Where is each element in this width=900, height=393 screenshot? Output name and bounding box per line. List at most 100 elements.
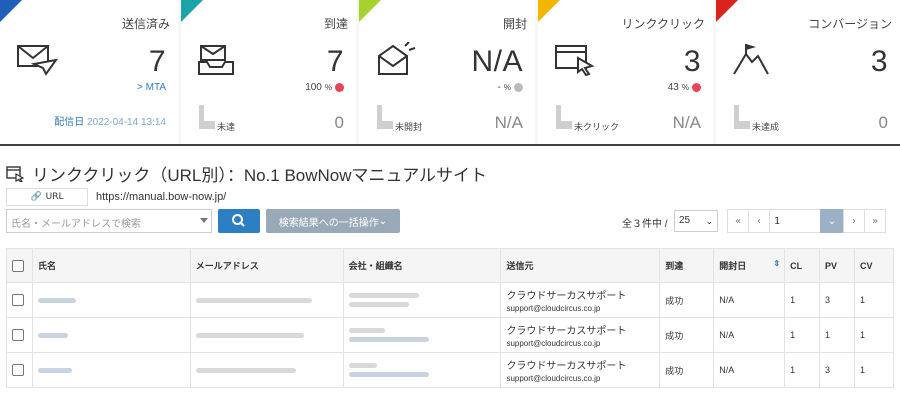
stat-card-reached: 到達 7 100% 未達 0 xyxy=(181,0,356,144)
cv-cell: 1 xyxy=(853,282,895,318)
company-cell xyxy=(342,282,502,318)
name-cell[interactable] xyxy=(31,352,191,388)
table-row: クラウドサーカスサポート support@cloudcircus.co.jp 成功… xyxy=(6,352,895,388)
reach-cell: 成功 xyxy=(659,282,715,318)
search-input[interactable]: 氏名・メールアドレスで検索 xyxy=(6,209,212,233)
header-reach[interactable]: 到達 xyxy=(659,248,715,283)
bulk-action-button[interactable]: 検索結果への一括操作 ⌄ xyxy=(266,209,400,233)
per-page-select[interactable]: 25 ⌄ xyxy=(674,210,718,232)
neutral-icon xyxy=(514,83,523,92)
result-count: 全３件中 / xyxy=(622,219,668,230)
header-name[interactable]: 氏名 xyxy=(31,248,191,283)
redacted-company-url xyxy=(348,372,429,377)
header-open-date[interactable]: 開封日 ⇕ xyxy=(713,248,786,283)
table-header-row: 氏名 メールアドレス 会社・組織名 送信元 到達 開封日 ⇕ CL PV CV xyxy=(6,248,895,283)
click-window-icon xyxy=(6,165,24,182)
card-accent xyxy=(181,0,203,22)
email-cell xyxy=(189,352,344,388)
drop-icon xyxy=(734,105,750,129)
link-icon: 🔗 xyxy=(30,192,42,202)
company-cell xyxy=(342,352,502,388)
page-header: リンククリック（URL別）：No.1 BowNowマニュアルサイト xyxy=(6,161,487,186)
redacted-company xyxy=(348,293,419,298)
percent-unit: % xyxy=(324,83,332,92)
chevron-down-icon: ⌄ xyxy=(705,216,713,226)
sender-name: クラウドサーカスサポート xyxy=(506,326,627,337)
redacted-company-url xyxy=(348,302,409,307)
stat-percent: 100% xyxy=(305,82,344,93)
sent-date-value: 2022-04-14 13:14 xyxy=(87,117,166,128)
select-all-checkbox[interactable] xyxy=(12,259,24,272)
open-date-cell: N/A xyxy=(713,282,786,318)
sort-icon[interactable]: ⇕ xyxy=(773,259,780,268)
chevron-down-icon[interactable] xyxy=(200,218,208,223)
card-accent xyxy=(0,0,22,22)
smiley-icon xyxy=(692,83,701,92)
sender-cell: クラウドサーカスサポート support@cloudcircus.co.jp xyxy=(500,317,661,353)
cl-cell: 1 xyxy=(784,282,821,318)
stat-percent: -% xyxy=(498,82,523,93)
company-cell xyxy=(342,317,502,353)
mta-label[interactable]: MTA xyxy=(146,82,166,93)
stat-percent: 43% xyxy=(668,82,701,93)
percent-value: 100 xyxy=(305,82,322,93)
stat-bottom-value: N/A xyxy=(494,113,523,132)
stat-card-sent: 送信済み 7 > MTA 配信日 2022-04-14 13:14 xyxy=(0,0,178,144)
url-badge-label: URL xyxy=(45,192,64,202)
header-email[interactable]: メールアドレス xyxy=(189,248,344,283)
reach-cell: 成功 xyxy=(659,352,715,388)
redacted-email xyxy=(195,332,304,338)
stats-panel: 送信済み 7 > MTA 配信日 2022-04-14 13:14 到達 7 1… xyxy=(0,0,900,146)
email-cell xyxy=(189,317,344,353)
select-all-cell xyxy=(6,248,33,283)
stat-value: 7 xyxy=(326,45,344,78)
stat-bottom-value: 0 xyxy=(878,113,888,132)
name-cell[interactable] xyxy=(31,282,191,318)
mountain-flag-icon xyxy=(733,44,769,75)
page-number-input[interactable]: 1 xyxy=(769,209,821,233)
last-page-button[interactable]: » xyxy=(864,209,886,233)
stat-title: 送信済み xyxy=(121,17,170,31)
open-date-cell: N/A xyxy=(713,317,786,353)
header-sender[interactable]: 送信元 xyxy=(500,248,661,283)
header-cv[interactable]: CV xyxy=(853,248,895,283)
card-accent xyxy=(716,0,738,22)
row-checkbox[interactable] xyxy=(12,364,24,376)
redacted-company-url xyxy=(348,337,429,342)
sender-cell: クラウドサーカスサポート support@cloudcircus.co.jp xyxy=(500,352,661,388)
results-table: 氏名 メールアドレス 会社・組織名 送信元 到達 開封日 ⇕ CL PV CV ク… xyxy=(6,248,895,388)
prev-page-button[interactable]: ‹ xyxy=(748,209,770,233)
header-open-date-label: 開封日 xyxy=(719,261,747,271)
stat-bottom-value: N/A xyxy=(672,113,701,132)
inbox-icon xyxy=(198,45,234,75)
card-accent xyxy=(538,0,560,22)
page-jump-button[interactable]: ⌄ xyxy=(820,209,844,233)
next-page-button[interactable]: › xyxy=(843,209,865,233)
stat-bottom-label: 未達 xyxy=(217,122,236,132)
stat-title: コンバージョン xyxy=(808,17,892,31)
row-select-cell xyxy=(6,317,33,353)
row-select-cell xyxy=(6,352,33,388)
percent-unit: % xyxy=(681,83,689,92)
search-button[interactable] xyxy=(218,209,260,233)
drop-icon xyxy=(199,105,215,129)
redacted-name[interactable] xyxy=(37,332,68,338)
name-cell[interactable] xyxy=(31,317,191,353)
search-toolbar: 氏名・メールアドレスで検索 検索結果への一括操作 ⌄ 全３件中 / 25 ⌄ « … xyxy=(6,209,894,233)
header-company[interactable]: 会社・組織名 xyxy=(342,248,502,283)
header-cl[interactable]: CL xyxy=(784,248,821,283)
redacted-name[interactable] xyxy=(37,367,72,373)
click-window-icon xyxy=(555,45,595,76)
mta-link[interactable]: > MTA xyxy=(137,82,166,93)
redacted-name[interactable] xyxy=(37,297,76,303)
smiley-icon xyxy=(335,83,344,92)
row-checkbox[interactable] xyxy=(12,294,24,306)
header-pv[interactable]: PV xyxy=(819,248,855,283)
percent-unit: % xyxy=(503,83,511,92)
target-url[interactable]: https://manual.bow-now.jp/ xyxy=(96,191,226,203)
first-page-button[interactable]: « xyxy=(727,209,749,233)
row-checkbox[interactable] xyxy=(12,329,24,341)
sender-email: support@cloudcircus.co.jp xyxy=(506,304,601,313)
per-page-value: 25 xyxy=(679,215,691,226)
sender-email: support@cloudcircus.co.jp xyxy=(506,374,601,383)
